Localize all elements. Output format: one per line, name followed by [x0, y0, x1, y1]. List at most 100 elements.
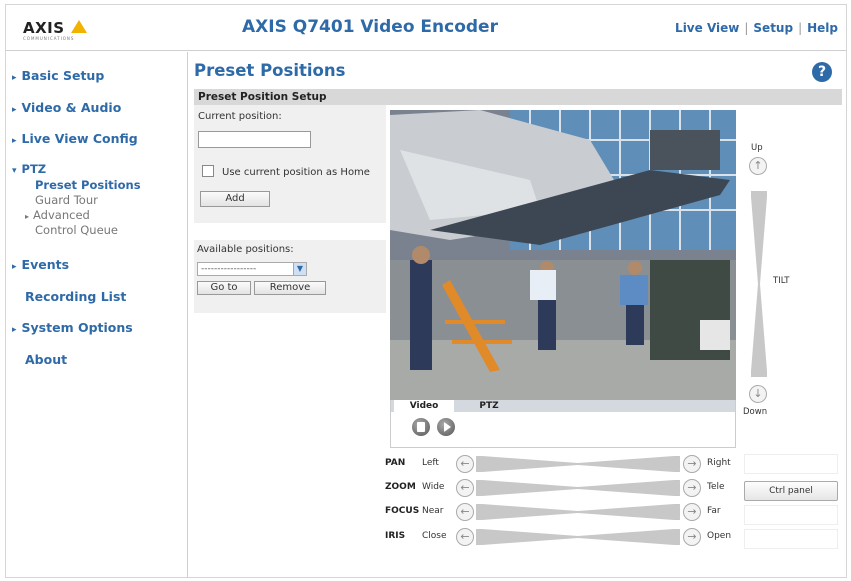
stop-icon[interactable]	[412, 418, 430, 436]
available-positions-value: -----------------	[201, 264, 257, 274]
focus-slider-track	[476, 504, 680, 520]
sidebar-item-system-options[interactable]: ▸ System Options	[12, 320, 133, 335]
arrow-down-icon[interactable]: ↓	[749, 385, 767, 403]
sidebar-subitem-guard-tour[interactable]: Guard Tour	[35, 193, 98, 207]
available-positions-box: Available positions: ----------------- ▼…	[194, 240, 386, 313]
setup-link[interactable]: Setup	[753, 21, 793, 35]
section-header: Preset Position Setup	[194, 89, 842, 105]
focus-min-label: Near	[422, 506, 444, 516]
go-to-button[interactable]: Go to	[197, 281, 251, 295]
link-separator: |	[798, 21, 803, 35]
tab-video[interactable]: Video	[394, 400, 454, 412]
focus-max-label: Far	[707, 506, 721, 516]
tilt-slider[interactable]	[751, 191, 767, 377]
add-position-box: Current position: Use current position a…	[194, 105, 386, 223]
iris-slider[interactable]	[476, 529, 680, 545]
sidebar-item-about[interactable]: About	[25, 352, 67, 367]
sidebar-item-basic-setup[interactable]: ▸ Basic Setup	[12, 68, 104, 83]
sidebar-subitem-preset-positions[interactable]: Preset Positions	[35, 178, 141, 192]
zoom-slider-track	[476, 480, 680, 496]
chevron-right-icon: ▸	[12, 73, 17, 83]
side-box	[744, 529, 838, 549]
use-as-home-checkbox[interactable]	[202, 165, 214, 177]
current-position-label: Current position:	[198, 111, 282, 122]
sidebar-subitem-advanced[interactable]: ▸ Advanced	[25, 208, 90, 222]
sidebar-item-label: Basic Setup	[21, 68, 105, 83]
zoom-min-label: Wide	[422, 482, 445, 492]
sidebar-item-ptz[interactable]: ▾ PTZ	[12, 162, 46, 176]
chevron-right-icon: ▸	[12, 136, 17, 146]
arrow-left-icon[interactable]: ←	[456, 528, 474, 546]
focus-control-row: FOCUS Near ← → Far	[385, 502, 745, 522]
help-link[interactable]: Help	[807, 21, 838, 35]
sidebar-item-label: System Options	[21, 320, 133, 335]
arrow-left-icon[interactable]: ←	[456, 455, 474, 473]
arrow-up-icon[interactable]: ↑	[749, 157, 767, 175]
chevron-right-icon: ▸	[12, 262, 17, 272]
help-icon[interactable]: ?	[812, 62, 832, 82]
iris-max-label: Open	[707, 531, 732, 541]
pan-slider-track	[476, 456, 680, 472]
pan-max-label: Right	[707, 458, 731, 468]
focus-label: FOCUS	[385, 506, 420, 516]
header: AXIS COMMUNICATIONS AXIS Q7401 Video Enc…	[6, 5, 846, 51]
logo-text: AXIS	[23, 19, 65, 37]
arrow-left-icon[interactable]: ←	[456, 479, 474, 497]
pan-control-row: PAN Left ← → Right	[385, 454, 745, 474]
tilt-up-label: Up	[751, 143, 763, 153]
play-icon[interactable]	[437, 418, 455, 436]
tilt-slider-track	[751, 191, 767, 377]
chevron-right-icon: ▸	[25, 212, 30, 221]
zoom-slider[interactable]	[476, 480, 680, 496]
link-separator: |	[744, 21, 749, 35]
preset-setup-panel: Current position: Use current position a…	[194, 105, 386, 315]
sidebar-item-label: Live View Config	[21, 131, 138, 146]
iris-label: IRIS	[385, 531, 406, 541]
sidebar-item-label: PTZ	[21, 162, 47, 176]
logo-triangle-icon	[71, 20, 87, 33]
zoom-label: ZOOM	[385, 482, 416, 492]
arrow-right-icon[interactable]: →	[683, 479, 701, 497]
sidebar: ▸ Basic Setup ▸ Video & Audio ▸ Live View C…	[6, 52, 188, 578]
zoom-max-label: Tele	[707, 482, 725, 492]
tilt-down-label: Down	[743, 407, 768, 417]
arrow-right-icon[interactable]: →	[683, 455, 701, 473]
available-positions-select[interactable]: ----------------- ▼	[197, 262, 307, 276]
use-as-home-label: Use current position as Home	[222, 167, 370, 178]
top-links: Live View | Setup | Help	[675, 21, 838, 35]
chevron-down-icon: ▾	[12, 166, 17, 176]
zoom-control-row: ZOOM Wide ← → Tele	[385, 478, 745, 498]
chevron-down-icon: ▼	[293, 263, 306, 275]
arrow-left-icon[interactable]: ←	[456, 503, 474, 521]
iris-slider-track	[476, 529, 680, 545]
chevron-right-icon: ▸	[12, 325, 17, 335]
sidebar-item-label: Events	[21, 257, 70, 272]
arrow-right-icon[interactable]: →	[683, 528, 701, 546]
sidebar-item-events[interactable]: ▸ Events	[12, 257, 69, 272]
video-frame-image	[390, 110, 736, 400]
tab-ptz[interactable]: PTZ	[457, 400, 521, 412]
app-title: AXIS Q7401 Video Encoder	[242, 17, 498, 37]
pan-slider[interactable]	[476, 456, 680, 472]
side-box	[744, 454, 838, 474]
add-button[interactable]: Add	[200, 191, 270, 207]
sidebar-subitem-control-queue[interactable]: Control Queue	[35, 223, 118, 237]
available-positions-label: Available positions:	[197, 244, 294, 255]
ctrl-panel-button[interactable]: Ctrl panel	[744, 481, 838, 501]
sidebar-subitem-label: Advanced	[33, 208, 90, 222]
live-view-link[interactable]: Live View	[675, 21, 739, 35]
sidebar-item-recording-list[interactable]: Recording List	[25, 289, 126, 304]
video-feed[interactable]	[390, 110, 736, 400]
axis-logo[interactable]: AXIS COMMUNICATIONS	[23, 18, 93, 42]
remove-button[interactable]: Remove	[254, 281, 326, 295]
page-title: Preset Positions	[194, 61, 346, 80]
arrow-right-icon[interactable]: →	[683, 503, 701, 521]
iris-min-label: Close	[422, 531, 447, 541]
video-tabs: Video PTZ	[390, 400, 736, 448]
current-position-input[interactable]	[198, 131, 311, 148]
focus-slider[interactable]	[476, 504, 680, 520]
sidebar-item-video-audio[interactable]: ▸ Video & Audio	[12, 100, 121, 115]
side-box	[744, 505, 838, 525]
sidebar-item-live-view-config[interactable]: ▸ Live View Config	[12, 131, 138, 146]
sidebar-item-label: Video & Audio	[21, 100, 122, 115]
